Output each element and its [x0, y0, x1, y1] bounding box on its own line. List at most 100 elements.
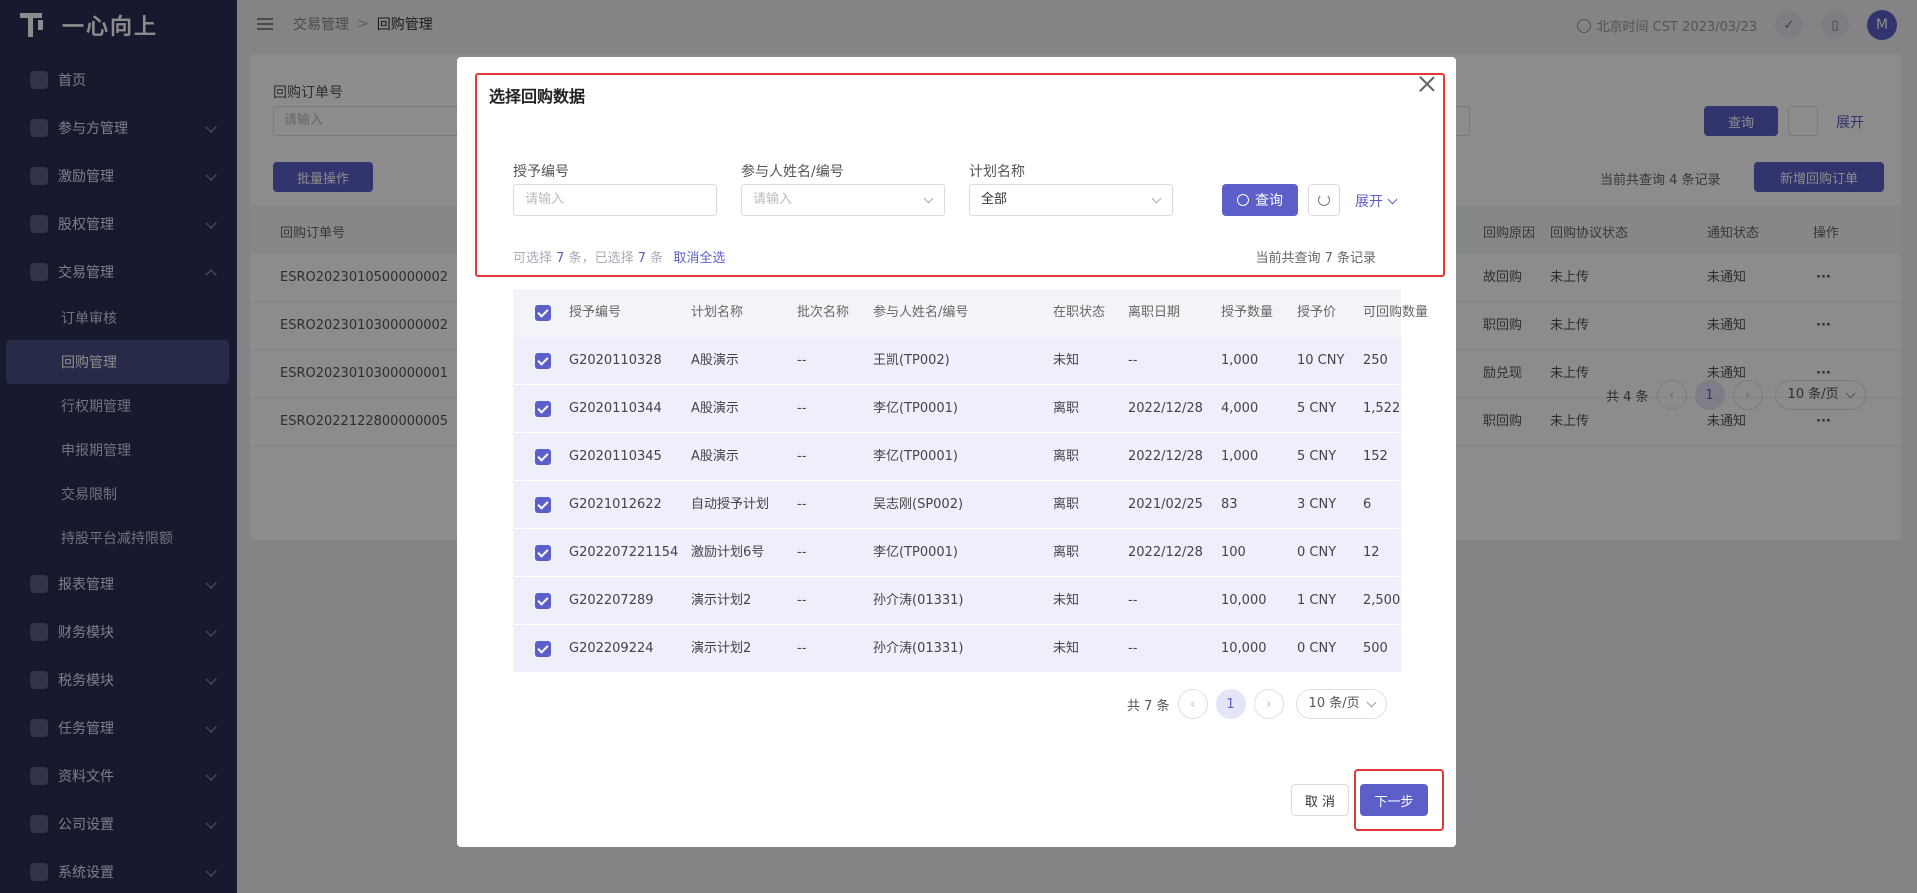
cell-employment-status: 离职 — [1053, 497, 1080, 512]
cell-grant-no: G2021012622 — [569, 497, 662, 512]
cell-plan-name: A股演示 — [691, 401, 739, 416]
cell-grant-price: 1 CNY — [1297, 593, 1337, 608]
col-leave-date: 离职日期 — [1128, 305, 1181, 320]
pagination-total: 共 7 条 — [1127, 698, 1170, 714]
cell-participant: 孙介涛(01331) — [873, 593, 964, 608]
cell-batch-name: -- — [797, 449, 807, 464]
cell-plan-name: 激励计划6号 — [691, 545, 765, 560]
cell-leave-date: -- — [1128, 641, 1138, 656]
cell-employment-status: 未知 — [1053, 593, 1080, 608]
cell-participant: 李亿(TP0001) — [873, 449, 959, 464]
table-row: G2021012622 自动授予计划 -- 吴志刚(SP002) 离职 2021/02/2… — [513, 481, 1401, 529]
selected-suffix: 条 — [650, 251, 664, 266]
cell-leave-date: -- — [1128, 593, 1138, 608]
participant-label: 参与人姓名/编号 — [741, 164, 844, 180]
participant-placeholder: 请输入 — [753, 192, 793, 207]
grant-no-input[interactable]: 请输入 — [513, 184, 717, 216]
plan-value: 全部 — [981, 192, 1008, 207]
cell-grant-price: 0 CNY — [1297, 641, 1337, 656]
next-page-icon[interactable]: › — [1253, 689, 1284, 719]
cell-grant-no: G202207289 — [569, 593, 654, 608]
modal-title: 选择回购数据 — [489, 87, 586, 106]
row-checkbox[interactable] — [535, 545, 551, 561]
cell-buyback-quantity: 6 — [1363, 497, 1372, 512]
select-all-checkbox[interactable] — [535, 305, 551, 321]
buyback-data-table: 授予编号 计划名称 批次名称 参与人姓名/编号 在职状态 离职日期 授予数量 授予价 可回购数量… — [513, 289, 1428, 673]
table-row: G2020110328 A股演示 -- 王凯(TP002) 未知 -- 1,000 10 CN… — [513, 337, 1401, 385]
cell-employment-status: 离职 — [1053, 449, 1080, 464]
cell-grant-no: G2020110344 — [569, 401, 662, 416]
grant-no-label: 授予编号 — [513, 164, 569, 180]
cell-grant-no: G2020110328 — [569, 353, 662, 368]
selected-count: 7 — [637, 251, 647, 266]
cell-buyback-quantity: 152 — [1363, 449, 1388, 464]
cell-leave-date: 2022/12/28 — [1128, 449, 1203, 464]
cell-buyback-quantity: 250 — [1363, 353, 1388, 368]
expand-link[interactable]: 展开 — [1355, 191, 1398, 211]
cancel-select-all-link[interactable]: 取消全选 — [673, 251, 725, 266]
row-checkbox[interactable] — [535, 353, 551, 369]
participant-select[interactable]: 请输入 — [741, 184, 945, 216]
cell-employment-status: 离职 — [1053, 401, 1080, 416]
cell-buyback-quantity: 500 — [1363, 641, 1388, 656]
expand-label: 展开 — [1355, 194, 1383, 210]
cell-participant: 孙介涛(01331) — [873, 641, 964, 656]
select-buyback-modal: 选择回购数据 授予编号 请输入 参与人姓名/编号 请输入 计划名称 全部 查询 … — [457, 57, 1456, 847]
chevron-down-icon — [923, 193, 934, 204]
search-icon — [1237, 194, 1249, 206]
cell-grant-price: 3 CNY — [1297, 497, 1337, 512]
page-number[interactable]: 1 — [1215, 689, 1246, 719]
cell-plan-name: 演示计划2 — [691, 593, 752, 608]
cell-participant: 李亿(TP0001) — [873, 401, 959, 416]
chevron-down-icon — [1387, 194, 1398, 205]
cell-leave-date: 2022/12/28 — [1128, 401, 1203, 416]
reset-button[interactable] — [1308, 184, 1340, 216]
col-plan-name: 计划名称 — [691, 305, 744, 320]
cell-grant-no: G2020110345 — [569, 449, 662, 464]
cell-leave-date: 2022/12/28 — [1128, 545, 1203, 560]
col-buyback-quantity: 可回购数量 — [1363, 305, 1429, 320]
cell-grant-no: G202207221154 — [569, 545, 679, 560]
cell-employment-status: 未知 — [1053, 353, 1080, 368]
table-header: 授予编号 计划名称 批次名称 参与人姓名/编号 在职状态 离职日期 授予数量 授予价 可回购数量 — [513, 289, 1428, 337]
close-icon[interactable] — [1418, 75, 1436, 93]
cell-grant-price: 5 CNY — [1297, 401, 1337, 416]
total-records-info: 当前共查询 7 条记录 — [1255, 251, 1376, 266]
cell-plan-name: 演示计划2 — [691, 641, 752, 656]
cell-employment-status: 未知 — [1053, 641, 1080, 656]
cell-participant: 吴志刚(SP002) — [873, 497, 964, 512]
col-grant-no: 授予编号 — [569, 305, 622, 320]
cell-plan-name: A股演示 — [691, 353, 739, 368]
cell-employment-status: 离职 — [1053, 545, 1080, 560]
col-grant-price: 授予价 — [1297, 305, 1337, 320]
table-row: G2020110344 A股演示 -- 李亿(TP0001) 离职 2022/12/28 4… — [513, 385, 1401, 433]
query-label: 查询 — [1255, 193, 1283, 209]
table-row: G202207289 演示计划2 -- 孙介涛(01331) 未知 -- 10,000 1 C… — [513, 577, 1401, 625]
cancel-button[interactable]: 取 消 — [1291, 784, 1349, 816]
cell-plan-name: A股演示 — [691, 449, 739, 464]
plan-select[interactable]: 全部 — [969, 184, 1173, 216]
cell-batch-name: -- — [797, 401, 807, 416]
prev-page-icon[interactable]: ‹ — [1177, 689, 1208, 719]
selectable-count: 7 — [556, 251, 565, 266]
refresh-icon — [1318, 194, 1330, 206]
cell-grant-quantity: 100 — [1221, 545, 1246, 560]
cell-buyback-quantity: 2,500 — [1363, 593, 1401, 608]
cell-grant-quantity: 1,000 — [1221, 353, 1259, 368]
cell-grant-quantity: 10,000 — [1221, 593, 1267, 608]
row-checkbox[interactable] — [535, 497, 551, 513]
query-button[interactable]: 查询 — [1222, 184, 1298, 216]
cell-grant-no: G202209224 — [569, 641, 654, 656]
col-employment-status: 在职状态 — [1053, 305, 1106, 320]
row-checkbox[interactable] — [535, 641, 551, 657]
row-checkbox[interactable] — [535, 593, 551, 609]
row-checkbox[interactable] — [535, 449, 551, 465]
row-checkbox[interactable] — [535, 401, 551, 417]
cell-grant-quantity: 4,000 — [1221, 401, 1259, 416]
plan-label: 计划名称 — [969, 164, 1025, 180]
cell-buyback-quantity: 1,522 — [1363, 401, 1401, 416]
next-step-button[interactable]: 下一步 — [1360, 784, 1428, 816]
page-size-select[interactable]: 10 条/页 — [1295, 689, 1387, 719]
cell-buyback-quantity: 12 — [1363, 545, 1380, 560]
cell-batch-name: -- — [797, 545, 807, 560]
